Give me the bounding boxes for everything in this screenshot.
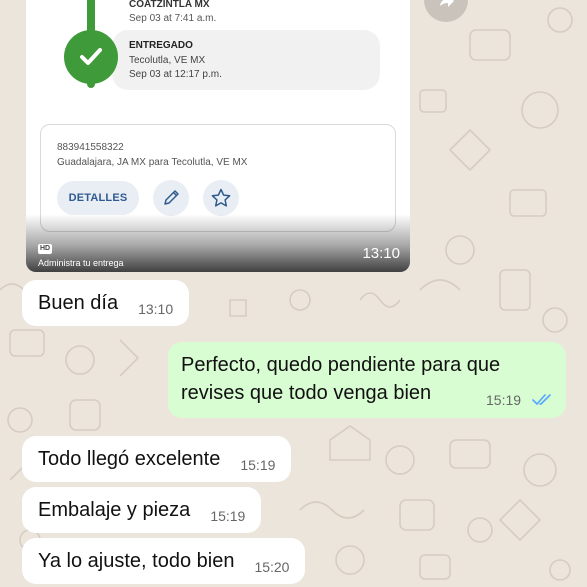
message-incoming[interactable]: Buen día 13:10 [22, 280, 190, 326]
tracking-step-delivered: ENTREGADO Tecolutla, VE MX Sep 03 at 12:… [112, 30, 380, 90]
message-text-line-1: Perfecto, quedo pendiente para que [181, 354, 501, 376]
delivery-location: Tecolutla, VE MX [129, 55, 206, 66]
tracking-step-previous-title: COATZINTLA MX [129, 0, 210, 10]
delivery-date: Sep 03 at 12:17 p.m. [129, 69, 222, 80]
pencil-icon [164, 190, 179, 205]
message-outgoing[interactable]: Perfecto, quedo pendiente para que revis… [168, 342, 566, 418]
read-receipt-icon [532, 394, 551, 405]
star-icon [211, 188, 231, 207]
image-message[interactable]: COATZINTLA MX Sep 03 at 7:41 a.m. ENTREG… [26, 0, 410, 272]
message-text: Embalaje y pieza [38, 498, 191, 521]
favorite-button[interactable] [203, 180, 239, 216]
message-time: 13:10 [138, 301, 174, 317]
tracking-step-previous: COATZINTLA MX Sep 03 at 7:41 a.m. [129, 0, 216, 26]
tracking-number: 883941558322 [57, 142, 124, 153]
message-time: 15:19 [210, 508, 246, 524]
image-caption: Administra tu entrega [38, 258, 124, 268]
forward-icon [440, 0, 454, 7]
message-text: Todo llegó excelente [38, 447, 221, 470]
message-incoming[interactable]: Todo llegó excelente 15:19 [22, 436, 292, 482]
message-time: 15:19 [486, 392, 522, 408]
message-time: 15:19 [240, 457, 276, 473]
delivery-status: ENTREGADO [129, 40, 193, 51]
message-incoming[interactable]: Ya lo ajuste, todo bien 15:20 [22, 538, 306, 584]
delivered-check-icon [64, 30, 118, 84]
hd-badge: HD [38, 244, 53, 254]
message-time: 15:20 [254, 559, 290, 575]
package-route: Guadalajara, JA MX para Tecolutla, VE MX [57, 157, 248, 168]
message-text-line-2: revises que todo venga bien [181, 382, 432, 404]
details-button[interactable]: DETALLES [57, 181, 139, 215]
image-message-time: 13:10 [362, 245, 400, 262]
message-text: Ya lo ajuste, todo bien [38, 549, 235, 572]
tracking-step-previous-date: Sep 03 at 7:41 a.m. [129, 13, 217, 24]
message-incoming[interactable]: Embalaje y pieza 15:19 [22, 487, 262, 533]
message-text: Buen día [38, 291, 119, 314]
edit-button[interactable] [153, 180, 189, 216]
